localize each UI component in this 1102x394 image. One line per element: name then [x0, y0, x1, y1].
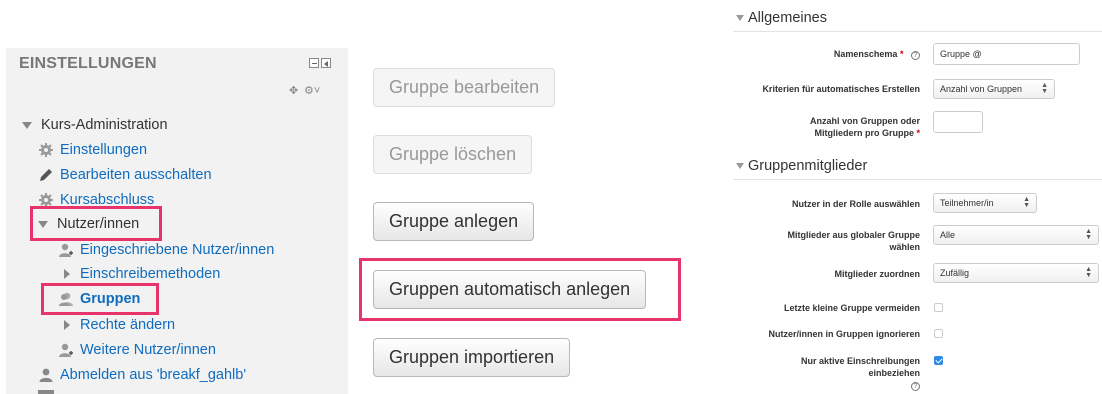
assign-label: Mitglieder zuordnen	[834, 269, 921, 279]
user-add-icon	[59, 243, 73, 257]
tree-item-enrol-methods[interactable]: Einschreibemethoden	[64, 263, 220, 285]
highlight-groups	[41, 283, 159, 315]
user-icon	[39, 368, 53, 382]
tree-item-other-users[interactable]: Weitere Nutzer/innen	[58, 339, 216, 361]
tree-item-label: Weitere Nutzer/innen	[80, 342, 216, 358]
active-only-label: Nur aktive Einschreibungen einbeziehen ?	[801, 355, 920, 391]
avoid-small-label: Letzte kleine Gruppe vermeiden	[783, 303, 920, 313]
tree-item-label: Einstellungen	[60, 142, 148, 158]
global-group-select[interactable]: Alle ▲ ▼	[933, 225, 1099, 245]
delete-group-button[interactable]: Gruppe löschen	[373, 135, 533, 174]
pencil-icon	[40, 169, 52, 181]
collapse-block-icon[interactable]	[309, 58, 319, 68]
section-members-toggle[interactable]: Gruppenmitglieder	[736, 158, 867, 174]
select-arrows-icon: ▲ ▼	[1023, 196, 1030, 209]
tree-item-settings[interactable]: Einstellungen	[38, 139, 147, 161]
criteria-select[interactable]: Anzahl von Gruppen ▲ ▼	[933, 79, 1055, 99]
select-arrows-icon: ▲ ▼	[1085, 266, 1092, 279]
import-groups-button[interactable]: Gruppen importieren	[373, 338, 571, 377]
triangle-down-icon	[22, 121, 32, 129]
global-group-label: Mitglieder aus globaler Gruppe wählen	[787, 229, 920, 253]
next-item-icon-partial	[38, 390, 54, 394]
criteria-label: Kriterien für automatisches Erstellen	[762, 84, 920, 94]
label-text-line1: Mitglieder aus globaler Gruppe	[787, 230, 920, 240]
tree-item-label: Eingeschriebene Nutzer/innen	[80, 242, 275, 258]
triangle-right-icon	[64, 269, 70, 279]
tree-item-permissions[interactable]: Rechte ändern	[64, 314, 175, 336]
section-members-title: Gruppenmitglieder	[748, 158, 868, 174]
edit-group-button[interactable]: Gruppe bearbeiten	[373, 68, 556, 107]
label-text: Namenschema	[833, 49, 898, 59]
tree-item-label: Kurs-Administration	[41, 117, 168, 133]
help-icon[interactable]: ?	[911, 382, 920, 391]
select-arrows-icon: ▲ ▼	[1041, 82, 1048, 95]
user-add-icon	[59, 343, 73, 357]
tree-item-toggle-editing[interactable]: Bearbeiten ausschalten	[38, 164, 212, 186]
assign-select[interactable]: Zufällig ▲ ▼	[933, 263, 1099, 283]
role-select[interactable]: Teilnehmer/in ▲ ▼	[933, 193, 1037, 213]
label-text-line1: Nur aktive Einschreibungen	[800, 356, 920, 366]
label-text-line1: Anzahl von Gruppen oder	[809, 116, 920, 126]
role-label: Nutzer in der Rolle auswählen	[791, 199, 920, 209]
label-text-line2: wählen	[889, 242, 920, 252]
naming-scheme-label: Namenschema * ?	[834, 48, 920, 60]
role-selected-value: Teilnehmer/in	[940, 198, 994, 208]
ignore-grouped-checkbox[interactable]	[934, 329, 943, 338]
tree-item-course-admin[interactable]: Kurs-Administration	[22, 114, 168, 136]
move-icon[interactable]: ✥	[289, 84, 298, 97]
block-title: EINSTELLUNGEN	[19, 55, 157, 72]
triangle-down-icon	[736, 163, 744, 169]
triangle-right-icon	[64, 320, 70, 330]
naming-scheme-input[interactable]: Gruppe @	[933, 43, 1080, 65]
create-group-button[interactable]: Gruppe anlegen	[373, 202, 535, 241]
active-only-checkbox[interactable]	[934, 356, 943, 365]
section-divider	[733, 31, 1102, 32]
highlight-auto-create	[359, 258, 681, 321]
required-marker: *	[899, 49, 904, 59]
tree-item-label: Abmelden aus 'breakf_gahlb'	[60, 367, 247, 383]
tree-item-label: Rechte ändern	[80, 317, 176, 333]
select-arrows-icon: ▲ ▼	[1085, 228, 1092, 241]
label-text-line2: einbeziehen	[868, 368, 920, 378]
avoid-small-checkbox[interactable]	[934, 303, 943, 312]
triangle-down-icon	[736, 15, 744, 21]
required-marker: *	[916, 128, 920, 138]
tree-item-unenrol[interactable]: Abmelden aus 'breakf_gahlb'	[38, 364, 246, 386]
tree-item-enrolled-users[interactable]: Eingeschriebene Nutzer/innen	[58, 239, 274, 261]
help-icon[interactable]: ?	[911, 51, 920, 60]
section-divider	[733, 179, 1102, 180]
section-general-title: Allgemeines	[748, 10, 827, 26]
ignore-grouped-label: Nutzer/innen in Gruppen ignorieren	[768, 329, 920, 339]
section-general-toggle[interactable]: Allgemeines	[736, 10, 827, 26]
label-text-line2: Mitgliedern pro Gruppe	[814, 128, 914, 138]
global-group-selected-value: Alle	[940, 230, 956, 240]
tree-item-label: Bearbeiten ausschalten	[60, 167, 212, 183]
tree-item-label: Einschreibemethoden	[80, 266, 221, 282]
gear-icon	[39, 143, 53, 157]
count-label: Anzahl von Gruppen oder Mitgliedern pro …	[810, 115, 920, 139]
count-input[interactable]	[933, 111, 983, 133]
block-actions-gear-icon[interactable]: ⚙︎˅	[304, 84, 320, 97]
criteria-selected-value: Anzahl von Gruppen	[940, 84, 1023, 94]
assign-selected-value: Zufällig	[940, 268, 970, 278]
dock-block-icon[interactable]	[321, 58, 331, 68]
highlight-users	[30, 206, 162, 241]
